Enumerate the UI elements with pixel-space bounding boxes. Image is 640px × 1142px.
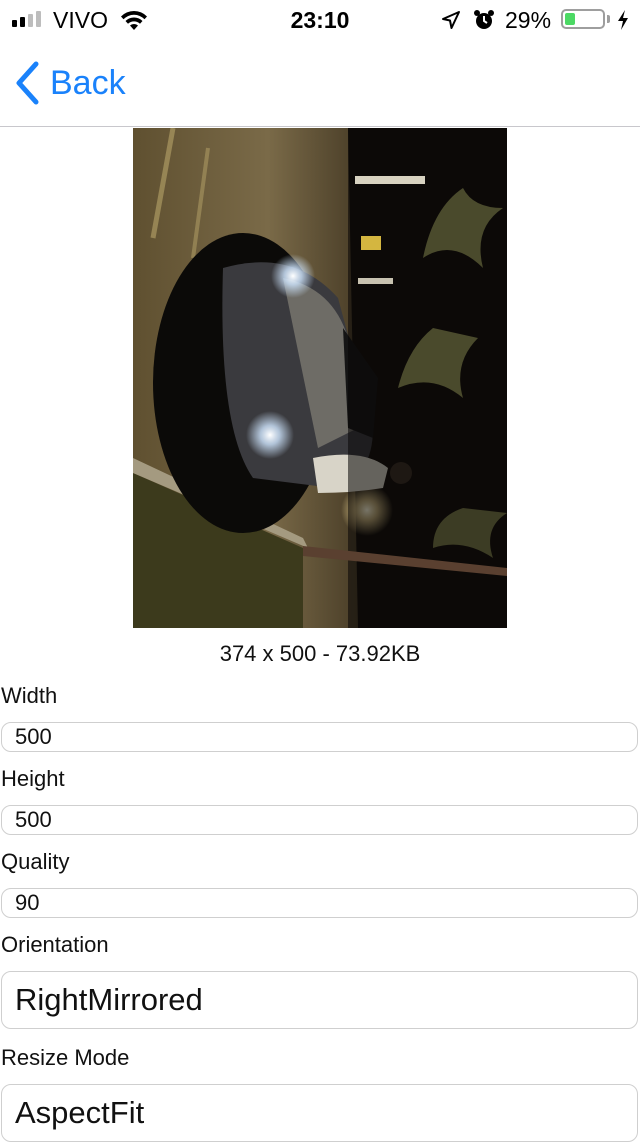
car-night-photo [133, 128, 507, 628]
resize-mode-picker-value: AspectFit [15, 1095, 145, 1130]
quality-input[interactable]: 90 [1, 888, 638, 918]
navigation-bar: Back [0, 40, 640, 127]
height-input[interactable]: 500 [1, 805, 638, 835]
height-label: Height [1, 766, 65, 791]
charging-bolt-icon [618, 10, 628, 30]
width-input-value: 500 [15, 724, 52, 749]
orientation-label: Orientation [1, 932, 109, 957]
width-input[interactable]: 500 [1, 722, 638, 752]
orientation-picker[interactable]: RightMirrored [1, 971, 638, 1029]
orientation-picker-value: RightMirrored [15, 982, 203, 1017]
alarm-icon [474, 10, 494, 29]
chevron-left-icon [16, 61, 39, 105]
battery-level-fill [565, 13, 575, 25]
quality-input-value: 90 [15, 890, 40, 915]
location-arrow-icon [442, 11, 460, 29]
resize-mode-picker[interactable]: AspectFit [1, 1084, 638, 1142]
image-info-caption: 374 x 500 - 73.92KB [219, 641, 421, 666]
back-button-label: Back [50, 63, 126, 102]
image-preview [133, 128, 507, 628]
resize-mode-label: Resize Mode [1, 1045, 130, 1070]
quality-label: Quality [1, 849, 70, 874]
status-bar: VIVO 23:10 29% [0, 0, 640, 40]
battery-percent: 29% [505, 7, 552, 33]
battery-icon [561, 9, 605, 29]
width-label: Width [1, 683, 58, 708]
back-button[interactable]: Back [14, 61, 126, 105]
battery-nub [607, 15, 610, 23]
height-input-value: 500 [15, 807, 52, 832]
